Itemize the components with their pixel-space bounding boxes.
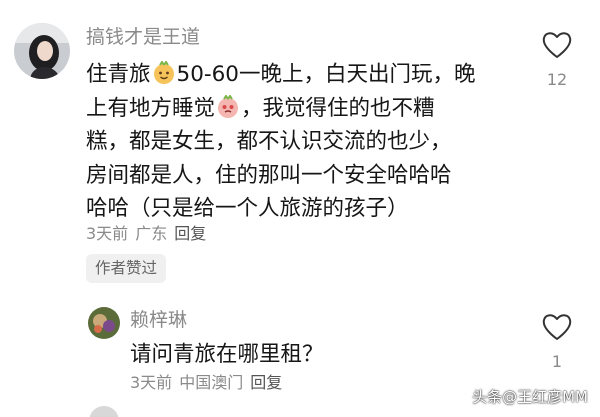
reply-username[interactable]: 赖梓琳 — [130, 308, 187, 332]
comment-time: 3天前 — [86, 224, 129, 243]
comment-meta: 3天前 广东 回复 — [86, 223, 213, 245]
like-count: 12 — [546, 70, 568, 89]
reply-meta: 3天前 中国澳门 回复 — [130, 372, 289, 394]
author-liked-badge: 作者赞过 — [86, 254, 167, 283]
smiling-face-emoji — [152, 61, 176, 85]
avatar[interactable] — [14, 23, 70, 79]
comment-text: 住青旅 50-60一晚上，白天出门玩，晚 上有地方睡觉 ，我觉得住的也不糟 糕，… — [86, 58, 476, 226]
comment-username[interactable]: 搞钱才是王道 — [86, 25, 200, 49]
reply-button[interactable]: 回复 — [250, 373, 282, 392]
comment-text-segment: 50-60一晚上，白天出门玩，晚 — [176, 62, 476, 87]
comment-location: 广东 — [135, 224, 168, 243]
avatar-image — [88, 307, 120, 339]
reply-item: 赖梓琳 请问青旅在哪里租？ 3天前 中国澳门 回复 1 — [0, 290, 600, 400]
heart-icon — [542, 314, 572, 340]
reply-text-line: 请问青旅在哪里租？ — [130, 342, 324, 367]
avatar-image — [14, 23, 70, 79]
comment-text-line: 糕，都是女生，都不认识交流的也少， — [86, 129, 452, 154]
reply-button[interactable]: 回复 — [174, 224, 206, 243]
next-avatar-partial — [89, 406, 119, 417]
reply-time: 3天前 — [130, 373, 173, 392]
reply-text: 请问青旅在哪里租？ — [130, 338, 324, 372]
reply-avatar[interactable] — [88, 307, 120, 339]
pleading-face-emoji — [216, 94, 240, 119]
heart-icon — [542, 32, 572, 58]
comment-text-segment: 上有地方睡觉 — [86, 95, 216, 121]
comment-text-segment: ，我觉得住的也不糟 — [241, 95, 435, 121]
reply-like-count: 1 — [551, 352, 563, 371]
comment-text-line: 哈哈（只是给一个人旅游的孩子） — [86, 196, 409, 221]
reply-location: 中国澳门 — [179, 373, 244, 392]
comment-text-segment: 住青旅 — [86, 62, 151, 87]
watermark: 头条@王红彦MM — [472, 388, 588, 406]
like-button[interactable]: 12 — [537, 30, 577, 90]
comment-text-line: 房间都是人，住的那叫一个安全哈哈哈 — [86, 162, 452, 188]
comment-item: 搞钱才是王道 住青旅 50-60一晚上，白天出门玩，晚 上有地方睡觉 ，我觉得住… — [0, 0, 600, 290]
reply-like-button[interactable]: 1 — [537, 312, 577, 372]
